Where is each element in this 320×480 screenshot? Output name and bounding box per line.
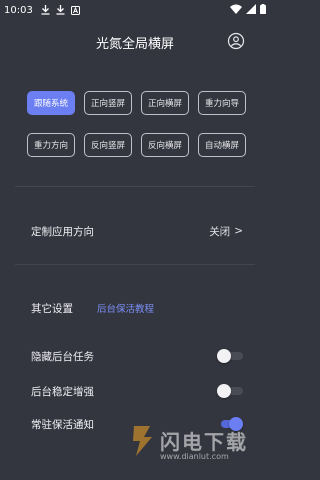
lightning-logo-icon	[133, 426, 152, 456]
hide-background-task-toggle[interactable]	[217, 349, 243, 363]
watermark: 闪电下载 www.dianlut.com	[130, 420, 265, 470]
mode-button-gravity-direction[interactable]: 重力方向	[27, 133, 75, 157]
status-bar: 10:03	[0, 0, 270, 20]
user-icon	[227, 32, 245, 50]
custom-direction-status: 关闭	[209, 225, 231, 238]
other-settings-heading: 其它设置	[31, 302, 73, 315]
profile-button[interactable]	[227, 32, 245, 50]
app-header: 光氮全局横屏	[0, 26, 270, 56]
mode-button-portrait[interactable]: 正向竖屏	[84, 91, 132, 115]
other-settings-row: 其它设置 后台保活教程	[31, 297, 243, 319]
battery-icon	[260, 3, 266, 17]
mode-button-gravity-guide[interactable]: 重力向导	[198, 91, 246, 115]
custom-direction-label: 定制应用方向	[31, 225, 94, 238]
custom-direction-value: 关闭 >	[209, 224, 243, 239]
download-icon	[56, 5, 65, 15]
download-icon	[41, 5, 50, 15]
background-stability-toggle[interactable]	[217, 384, 243, 398]
toggle-knob	[217, 349, 231, 363]
mode-button-follow-system[interactable]: 跟随系统	[27, 91, 75, 115]
watermark-text: 闪电下载	[160, 430, 248, 454]
divider	[15, 186, 255, 187]
keep-alive-tutorial-link[interactable]: 后台保活教程	[97, 301, 154, 315]
setting-label: 后台稳定增强	[31, 385, 94, 398]
wifi-icon	[230, 4, 242, 17]
setting-label: 常驻保活通知	[31, 418, 94, 431]
status-time: 10:03	[4, 4, 33, 16]
setting-row-background-stability: 后台稳定增强	[31, 380, 243, 402]
mode-button-auto-landscape[interactable]: 自动横屏	[198, 133, 246, 157]
notification-a-icon	[70, 5, 80, 15]
toggle-knob	[217, 384, 231, 398]
rotation-mode-grid: 跟随系统 正向竖屏 正向横屏 重力向导 重力方向 反向竖屏 反向横屏 自动横屏	[27, 91, 246, 157]
watermark-url: www.dianlut.com	[160, 452, 229, 461]
divider	[15, 264, 255, 265]
mode-button-landscape[interactable]: 正向横屏	[141, 91, 189, 115]
chevron-right-icon: >	[234, 225, 243, 237]
setting-label: 隐藏后台任务	[31, 350, 94, 363]
setting-row-hide-background-task: 隐藏后台任务	[31, 345, 243, 367]
mode-button-reverse-landscape[interactable]: 反向横屏	[141, 133, 189, 157]
signal-icon	[246, 3, 256, 17]
custom-direction-row[interactable]: 定制应用方向 关闭 >	[31, 220, 243, 242]
mode-button-reverse-portrait[interactable]: 反向竖屏	[84, 133, 132, 157]
